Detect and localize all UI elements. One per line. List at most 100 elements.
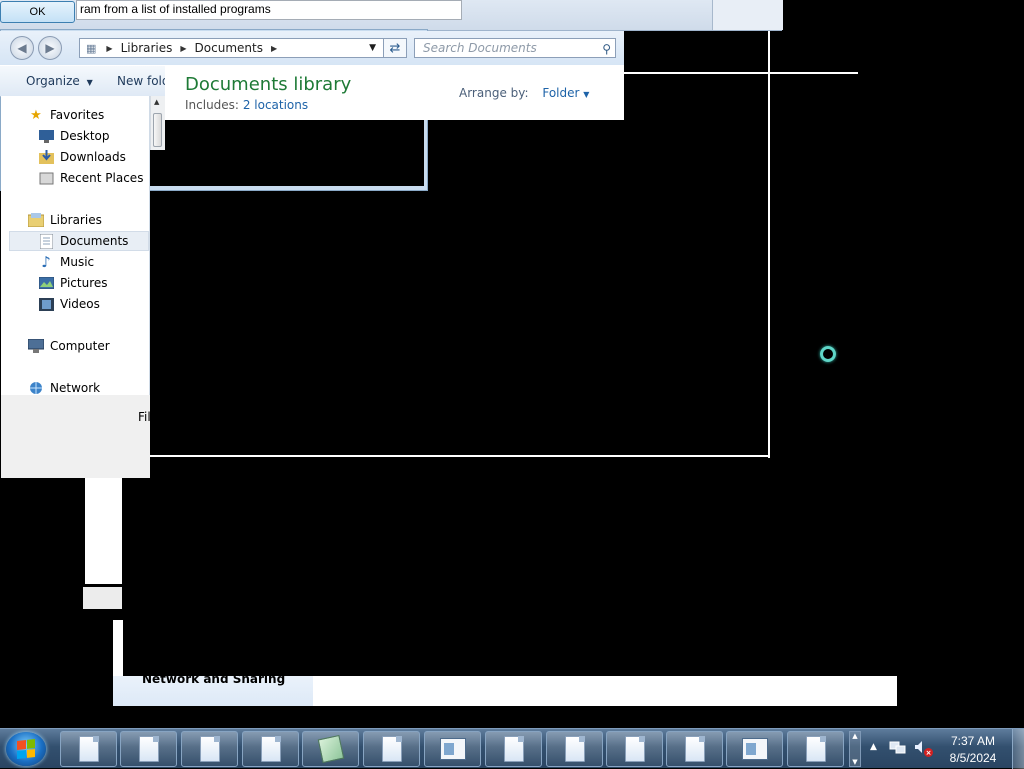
nav-label: Pictures bbox=[60, 276, 108, 290]
navigation-pane-edge bbox=[1, 395, 9, 478]
taskbar-item-app-window[interactable] bbox=[726, 731, 783, 767]
taskbar-item-document[interactable] bbox=[181, 731, 238, 767]
chevron-right-icon[interactable]: ▶ bbox=[106, 44, 112, 53]
taskbar-item-notepad[interactable] bbox=[302, 731, 359, 767]
nav-label: Network bbox=[50, 381, 101, 395]
taskbar-item-document[interactable] bbox=[363, 731, 420, 767]
taskbar-item-document[interactable] bbox=[120, 731, 177, 767]
scroll-thumb[interactable] bbox=[153, 113, 162, 147]
nav-item-videos[interactable]: Videos bbox=[1, 294, 149, 314]
breadcrumb-documents[interactable]: Documents bbox=[195, 41, 263, 55]
navigation-pane-empty-area bbox=[9, 395, 150, 478]
folder-icon: ▦ bbox=[86, 41, 97, 55]
scroll-down-icon[interactable]: ▼ bbox=[852, 758, 857, 766]
document-icon bbox=[503, 736, 524, 762]
windows-logo-icon bbox=[17, 739, 35, 759]
library-title: Documents library bbox=[185, 74, 352, 95]
library-header: Documents library Includes: 2 locations … bbox=[165, 66, 624, 120]
taskbar-item-document[interactable] bbox=[546, 731, 603, 767]
address-bar[interactable]: ▦ ▶ Libraries ▶ Documents ▶ ▼ bbox=[79, 38, 407, 58]
ok-button[interactable]: OK bbox=[0, 1, 75, 23]
show-desktop-button[interactable] bbox=[1012, 729, 1024, 769]
notepad-icon bbox=[317, 734, 344, 764]
nav-item-pictures[interactable]: Pictures bbox=[1, 273, 149, 293]
refresh-icon: ⇄ bbox=[389, 40, 401, 56]
taskbar-item-document[interactable] bbox=[787, 731, 844, 767]
background-frame-edge bbox=[768, 30, 770, 458]
address-dropdown-icon[interactable]: ▼ bbox=[369, 43, 376, 53]
taskbar-scroll[interactable]: ▲ ▼ bbox=[849, 731, 861, 767]
nav-item-libraries[interactable]: Libraries bbox=[1, 210, 149, 230]
documents-icon bbox=[38, 233, 54, 249]
nav-item-music[interactable]: ♪ Music bbox=[1, 252, 149, 272]
taskbar-item-document[interactable] bbox=[242, 731, 299, 767]
chevron-right-icon[interactable]: ▶ bbox=[271, 44, 277, 53]
back-button[interactable]: ◀ bbox=[10, 36, 34, 60]
document-icon bbox=[381, 736, 402, 762]
nav-label: Computer bbox=[50, 339, 110, 353]
taskbar-item-document[interactable] bbox=[606, 731, 663, 767]
organize-label: Organize bbox=[26, 74, 80, 88]
taskbar-item-document[interactable] bbox=[60, 731, 117, 767]
document-icon bbox=[624, 736, 645, 762]
pictures-icon bbox=[38, 275, 54, 291]
document-icon bbox=[138, 736, 159, 762]
nav-label: Videos bbox=[60, 297, 100, 311]
locations-link[interactable]: 2 locations bbox=[243, 98, 308, 112]
program-selection-text: ram from a list of installed programs bbox=[76, 0, 462, 20]
nav-label: Libraries bbox=[50, 213, 102, 227]
nav-item-favorites[interactable]: ★ Favorites bbox=[1, 105, 149, 125]
taskbar-item-document[interactable] bbox=[485, 731, 542, 767]
document-icon bbox=[564, 736, 585, 762]
chevron-right-icon[interactable]: ▶ bbox=[180, 44, 186, 53]
nav-item-desktop[interactable]: Desktop bbox=[1, 126, 149, 146]
app-window-icon bbox=[439, 738, 466, 760]
document-icon bbox=[805, 736, 826, 762]
breadcrumb-libraries[interactable]: Libraries bbox=[121, 41, 173, 55]
document-icon bbox=[78, 736, 99, 762]
arrange-by-dropdown[interactable]: Folder ▼ bbox=[542, 86, 589, 100]
nav-item-computer[interactable]: Computer bbox=[1, 336, 149, 356]
desktop-icon bbox=[38, 128, 54, 144]
refresh-button[interactable]: ⇄ bbox=[383, 38, 407, 58]
chevron-down-icon: ▼ bbox=[86, 78, 93, 87]
partial-text: Fil bbox=[138, 410, 151, 424]
taskbar-item-app-window[interactable] bbox=[424, 731, 481, 767]
search-icon[interactable]: ⚲ bbox=[602, 40, 611, 58]
nav-item-recent-places[interactable]: Recent Places bbox=[1, 168, 149, 188]
library-includes: Includes: 2 locations bbox=[185, 98, 308, 112]
nav-item-downloads[interactable]: Downloads bbox=[1, 147, 149, 167]
forward-button[interactable]: ▶ bbox=[38, 36, 62, 60]
downloads-icon bbox=[38, 149, 54, 165]
background-frame-edge bbox=[150, 455, 770, 457]
includes-label: Includes: bbox=[185, 98, 239, 112]
videos-icon bbox=[38, 296, 54, 312]
navigation-scrollbar[interactable]: ▲ bbox=[150, 96, 165, 150]
computer-icon bbox=[28, 338, 44, 354]
network-and-sharing-label[interactable]: Network and Sharing bbox=[142, 672, 285, 686]
dialog-fragment-right bbox=[712, 0, 783, 30]
document-icon bbox=[260, 736, 281, 762]
music-icon: ♪ bbox=[41, 253, 51, 271]
arrange-by: Arrange by: Folder ▼ bbox=[459, 86, 589, 100]
nav-label: Favorites bbox=[50, 108, 105, 122]
start-button[interactable] bbox=[6, 732, 46, 766]
search-input[interactable]: Search Documents ⚲ bbox=[414, 38, 616, 58]
nav-label: Recent Places bbox=[60, 171, 144, 185]
clock-time[interactable]: 7:37 AM bbox=[940, 734, 1006, 748]
show-hidden-icons-icon[interactable]: ▲ bbox=[870, 742, 877, 752]
network-status-icon[interactable] bbox=[889, 740, 907, 756]
scroll-up-icon[interactable]: ▲ bbox=[852, 732, 857, 740]
nav-label: Downloads bbox=[60, 150, 126, 164]
taskbar: ▲ ▼ ▲ × 7:37 AM 8/5/2024 bbox=[0, 728, 1024, 769]
taskbar-item-document[interactable] bbox=[666, 731, 723, 767]
scroll-up-arrow-icon[interactable]: ▲ bbox=[154, 98, 159, 106]
nav-item-documents[interactable]: Documents bbox=[9, 231, 149, 251]
organize-button[interactable]: Organize ▼ bbox=[26, 74, 93, 88]
background-window-fragment bbox=[83, 587, 122, 609]
clock-date[interactable]: 8/5/2024 bbox=[940, 751, 1006, 765]
background-window-fragment bbox=[85, 478, 122, 584]
network-icon bbox=[28, 380, 44, 396]
nav-label: Documents bbox=[60, 234, 129, 248]
document-icon bbox=[199, 736, 220, 762]
